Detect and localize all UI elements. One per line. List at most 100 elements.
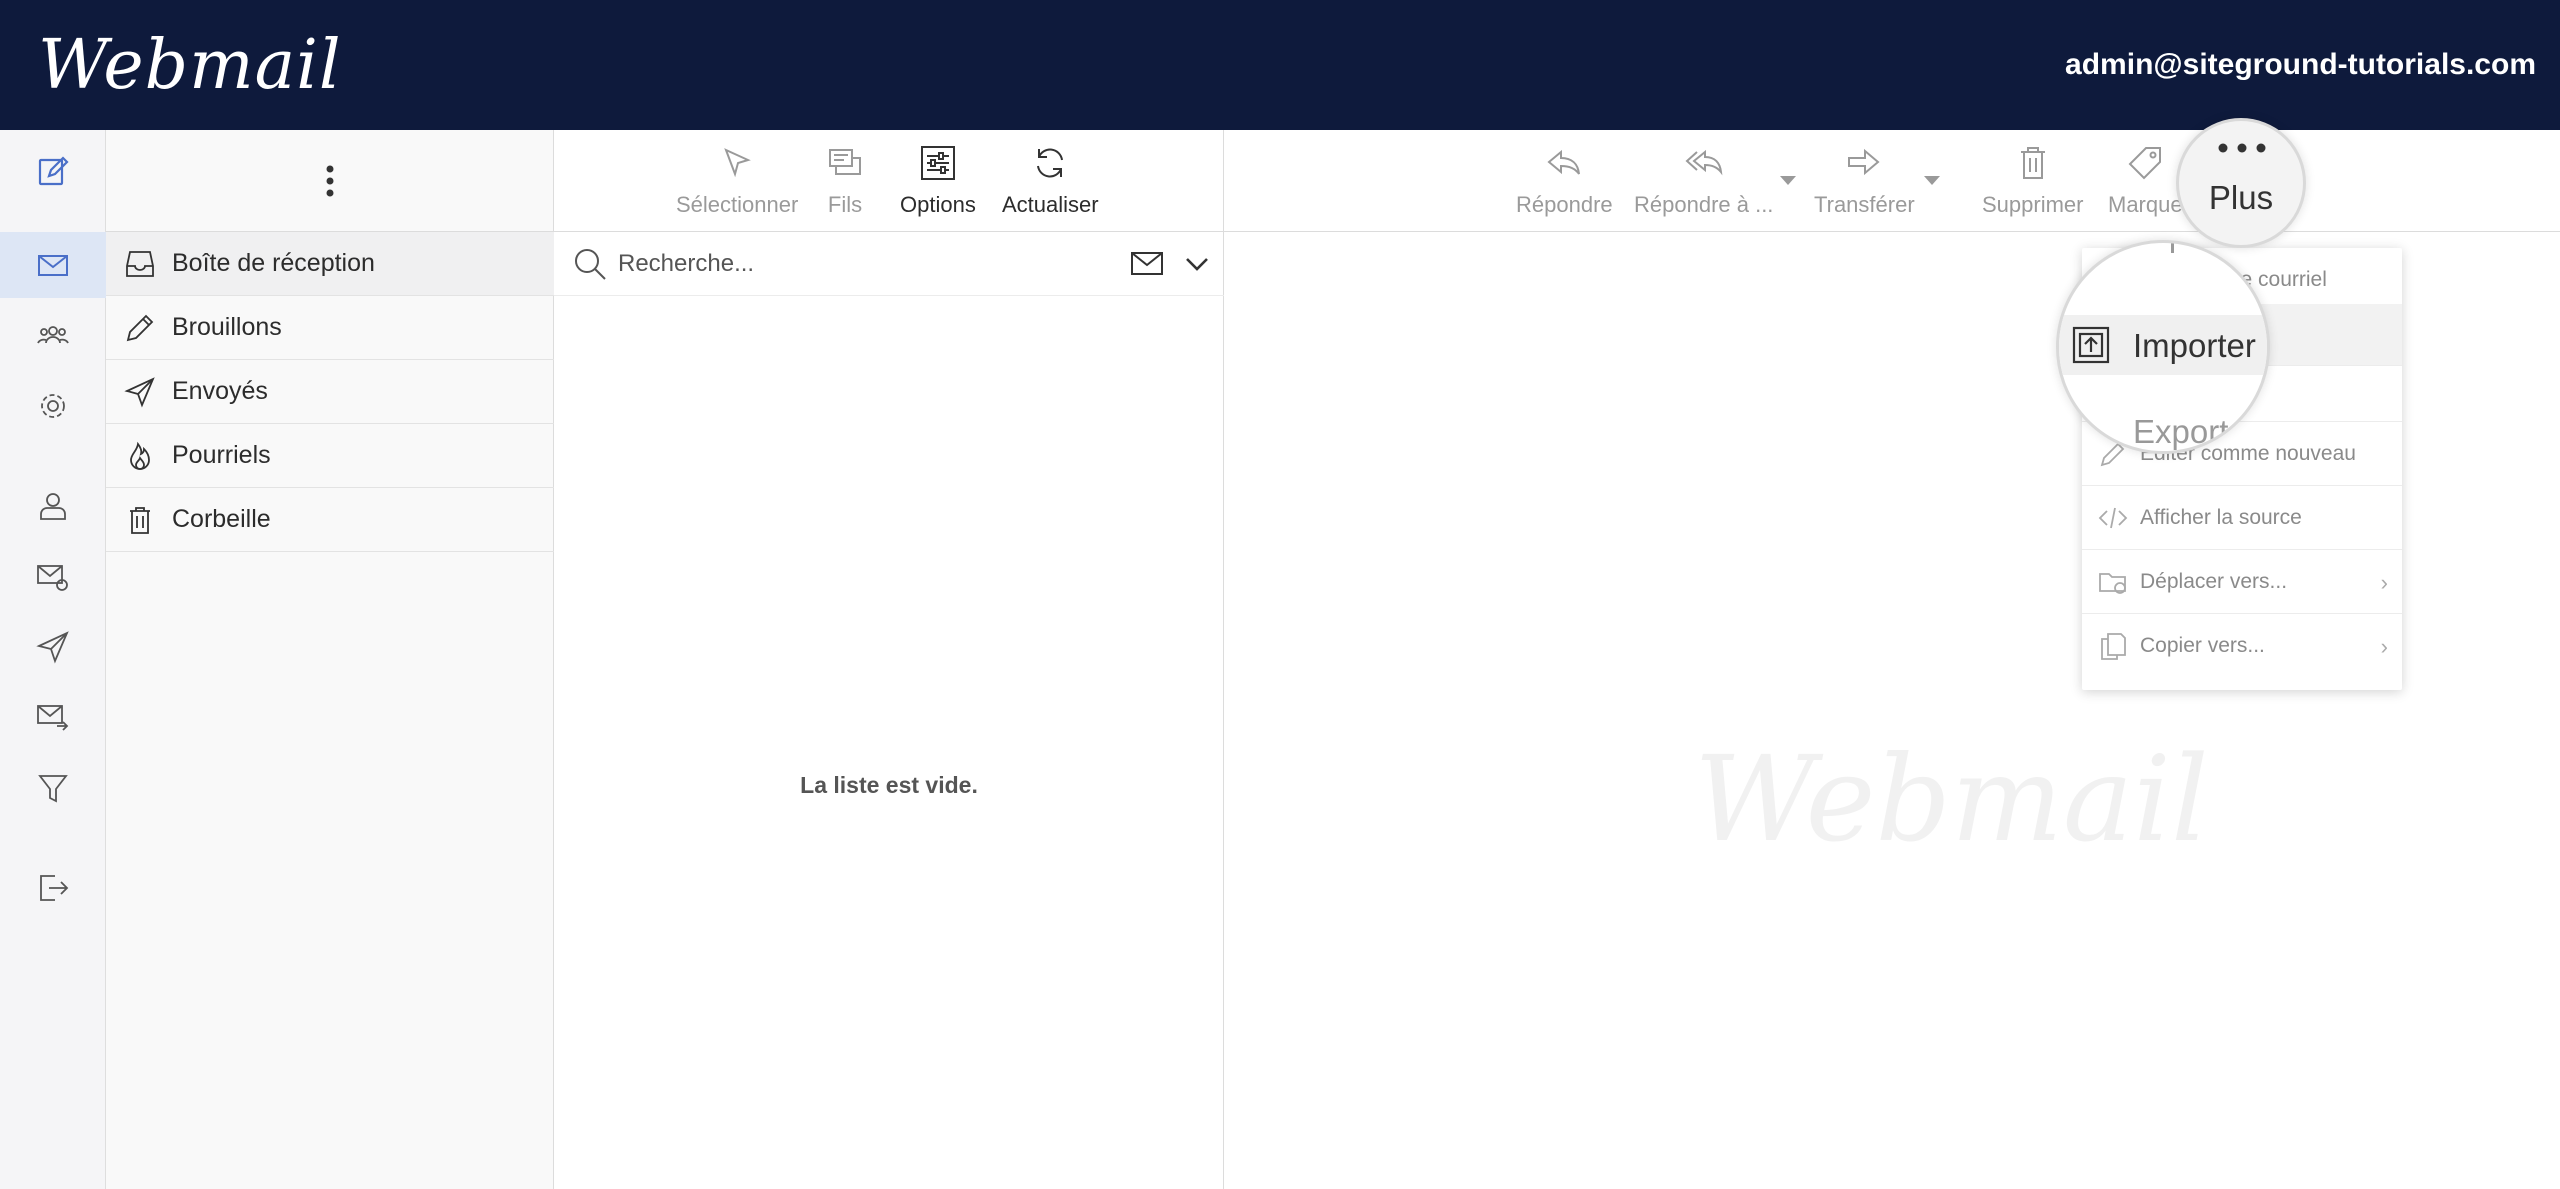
navigation-rail bbox=[0, 130, 106, 1189]
forward-button[interactable]: Transférer bbox=[1814, 144, 1915, 218]
select-button[interactable]: Sélectionner bbox=[676, 144, 798, 218]
reply-all-dropdown-icon[interactable] bbox=[1780, 176, 1796, 185]
refresh-label: Actualiser bbox=[1002, 192, 1099, 218]
options-label: Options bbox=[900, 192, 976, 218]
settings-icon bbox=[35, 388, 71, 424]
delete-label: Supprimer bbox=[1982, 192, 2083, 218]
threads-button[interactable]: Fils bbox=[826, 144, 864, 218]
reply-icon bbox=[1545, 144, 1583, 182]
chevron-right-icon: › bbox=[2381, 634, 2388, 660]
chevron-down-icon[interactable] bbox=[1184, 254, 1210, 274]
folder-item-inbox[interactable]: Boîte de réception bbox=[106, 232, 554, 296]
import-label[interactable]: Importer bbox=[2133, 327, 2256, 365]
folder-label: Pourriels bbox=[172, 441, 271, 470]
folder-label: Envoyés bbox=[172, 377, 268, 406]
message-list-panel: Sélectionner Fils Options Actualiser La … bbox=[554, 130, 1224, 1189]
menu-item-label: Copier vers... bbox=[2140, 634, 2265, 658]
folder-label: Corbeille bbox=[172, 505, 271, 534]
options-button[interactable]: Options bbox=[900, 144, 976, 218]
search-bar bbox=[554, 232, 1224, 296]
mark-button[interactable]: Marque bbox=[2108, 144, 2183, 218]
user-email[interactable]: admin@siteground-tutorials.com bbox=[2065, 48, 2536, 82]
folder-move-icon bbox=[2096, 565, 2130, 599]
folder-item-spam[interactable]: Pourriels bbox=[106, 424, 554, 488]
forward-arrow-icon bbox=[1845, 144, 1883, 182]
kebab-menu-icon[interactable] bbox=[324, 163, 336, 199]
list-toolbar: Sélectionner Fils Options Actualiser bbox=[554, 130, 1224, 232]
tag-icon bbox=[2126, 144, 2164, 182]
account-icon bbox=[35, 488, 71, 524]
search-icon[interactable] bbox=[572, 246, 608, 282]
folder-item-sent[interactable]: Envoyés bbox=[106, 360, 554, 424]
logout-icon bbox=[35, 870, 71, 906]
filter-icon bbox=[35, 770, 71, 806]
refresh-button[interactable]: Actualiser bbox=[1002, 144, 1099, 218]
threads-label: Fils bbox=[828, 192, 862, 218]
forward-label: Transférer bbox=[1814, 192, 1915, 218]
code-icon bbox=[2096, 501, 2130, 535]
menu-item-label: Déplacer vers... bbox=[2140, 570, 2287, 594]
select-label: Sélectionner bbox=[676, 192, 798, 218]
rail-filter[interactable] bbox=[0, 755, 106, 821]
rail-compose[interactable] bbox=[0, 138, 106, 204]
rail-logout[interactable] bbox=[0, 855, 106, 921]
mail-settings-icon bbox=[35, 559, 71, 595]
folder-label: Brouillons bbox=[172, 313, 282, 342]
menu-item-label: Afficher la source bbox=[2140, 506, 2302, 530]
folder-toolbar bbox=[106, 130, 554, 232]
send-icon bbox=[35, 629, 71, 665]
forward-dropdown-icon[interactable] bbox=[1924, 176, 1940, 185]
export-label[interactable]: Exporte bbox=[2133, 413, 2247, 451]
trash-icon bbox=[120, 500, 160, 540]
webmail-logo[interactable]: Webmail bbox=[38, 26, 342, 105]
reply-button[interactable]: Répondre bbox=[1516, 144, 1613, 218]
compose-icon bbox=[35, 153, 71, 189]
more-dots-icon bbox=[2215, 141, 2269, 155]
rail-mail-settings[interactable] bbox=[0, 544, 106, 610]
send-icon bbox=[120, 372, 160, 412]
reply-all-icon bbox=[1685, 144, 1723, 182]
search-input[interactable] bbox=[618, 244, 1078, 284]
reply-all-button[interactable]: Répondre à ... bbox=[1634, 144, 1773, 218]
rail-account[interactable] bbox=[0, 473, 106, 539]
export-icon bbox=[2073, 411, 2103, 447]
menu-item-copy-to[interactable]: Copier vers... › bbox=[2082, 614, 2402, 678]
import-icon bbox=[2071, 325, 2111, 365]
copy-icon bbox=[2096, 629, 2130, 663]
reply-all-label: Répondre à ... bbox=[1634, 192, 1773, 218]
flame-icon bbox=[120, 436, 160, 476]
rail-mail[interactable] bbox=[0, 232, 106, 298]
forward-icon bbox=[35, 699, 71, 735]
folder-panel: Boîte de réception Brouillons Envoyés Po… bbox=[106, 130, 554, 1189]
chevron-right-icon: › bbox=[2381, 570, 2388, 596]
mail-filter-icon[interactable] bbox=[1130, 250, 1166, 278]
refresh-icon bbox=[1031, 144, 1069, 182]
rail-settings[interactable] bbox=[0, 373, 106, 439]
trash-icon bbox=[2014, 144, 2052, 182]
rail-send[interactable] bbox=[0, 614, 106, 680]
contacts-icon bbox=[35, 317, 71, 353]
more-button[interactable]: Plus bbox=[2176, 118, 2306, 248]
divider-tick bbox=[2171, 243, 2175, 253]
inbox-icon bbox=[120, 244, 160, 284]
pencil-icon bbox=[120, 308, 160, 348]
options-icon bbox=[919, 144, 957, 182]
rail-contacts[interactable] bbox=[0, 302, 106, 368]
cursor-icon bbox=[718, 144, 756, 182]
empty-list-message: La liste est vide. bbox=[554, 772, 1224, 799]
mark-label: Marque bbox=[2108, 192, 2183, 218]
folder-item-trash[interactable]: Corbeille bbox=[106, 488, 554, 552]
rail-forward[interactable] bbox=[0, 684, 106, 750]
folder-label: Boîte de réception bbox=[172, 249, 375, 278]
import-magnifier: Importer Exporte bbox=[2056, 240, 2270, 454]
folder-item-drafts[interactable]: Brouillons bbox=[106, 296, 554, 360]
reply-label: Répondre bbox=[1516, 192, 1613, 218]
threads-icon bbox=[826, 144, 864, 182]
menu-item-view-source[interactable]: Afficher la source bbox=[2082, 486, 2402, 550]
app-header: Webmail admin@siteground-tutorials.com bbox=[0, 0, 2560, 130]
menu-item-move-to[interactable]: Déplacer vers... › bbox=[2082, 550, 2402, 614]
preview-toolbar: Répondre Répondre à ... Transférer Suppr… bbox=[1224, 130, 2560, 232]
delete-button[interactable]: Supprimer bbox=[1982, 144, 2083, 218]
more-label: Plus bbox=[2179, 179, 2303, 217]
mail-icon bbox=[35, 247, 71, 283]
